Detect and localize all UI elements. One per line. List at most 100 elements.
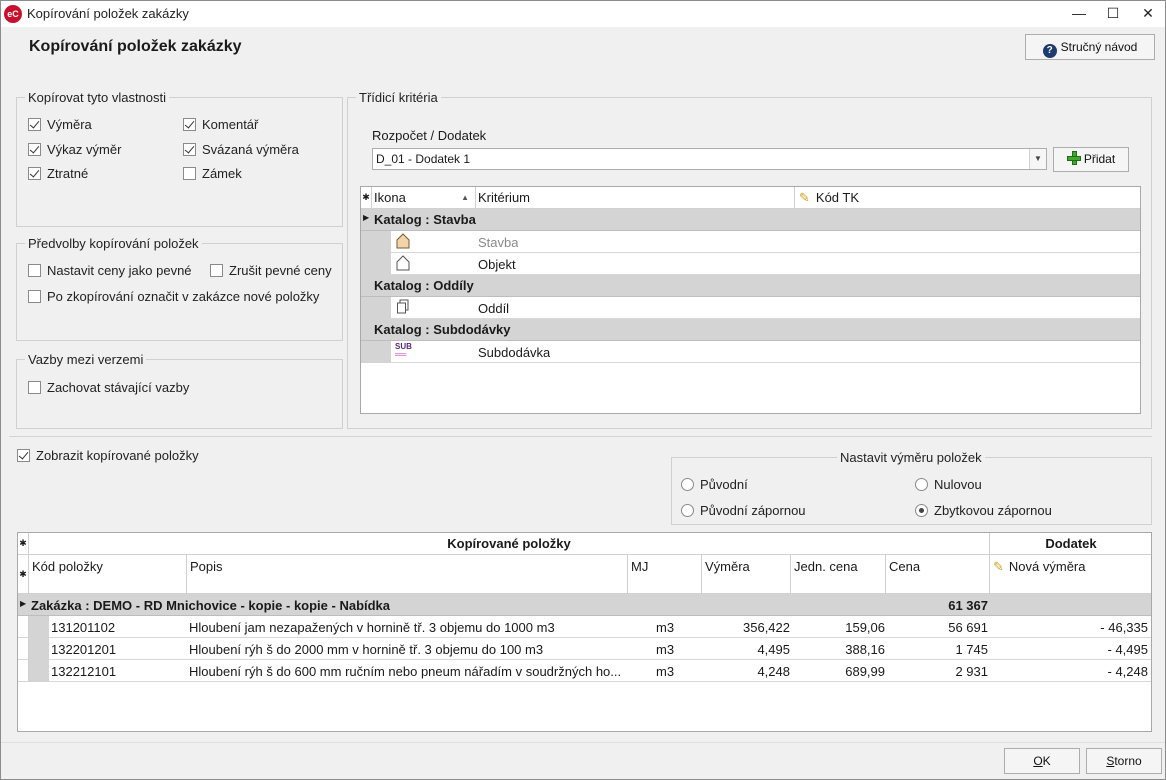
checkbox-box[interactable] [28, 381, 41, 394]
section-divider [9, 436, 1152, 437]
group-indent [361, 341, 391, 363]
radio-zero[interactable]: Nulovou [915, 477, 982, 492]
minimize-icon[interactable]: — [1061, 1, 1097, 27]
checkbox-box[interactable] [28, 290, 41, 303]
list-item[interactable]: Objekt [391, 253, 1140, 275]
table-row[interactable]: 131201102 Hloubení jam nezapažených v ho… [49, 616, 1151, 638]
help-icon: ? [1042, 44, 1057, 58]
checkbox-vymera[interactable]: Výměra [28, 117, 92, 132]
checkbox-cancel-fixed-prices[interactable]: Zrušit pevné ceny [210, 263, 332, 278]
checkbox-box[interactable] [183, 167, 196, 180]
radio-residual-negative[interactable]: Zbytkovou zápornou [915, 503, 1052, 518]
radio-dot[interactable] [915, 504, 928, 517]
column-header-icon[interactable]: Ikona ▲ [372, 187, 476, 209]
set-quantity-legend: Nastavit výměru položek [837, 450, 985, 465]
checkbox-box[interactable] [183, 118, 196, 131]
band-header-copied-items: Kopírované položky [29, 533, 990, 555]
checkbox-box[interactable] [28, 264, 41, 277]
row-indicator[interactable] [18, 660, 29, 682]
chevron-down-icon[interactable]: ▼ [1029, 149, 1046, 169]
radio-original-negative[interactable]: Původní zápornou [681, 503, 806, 518]
close-icon[interactable]: ✕ [1130, 1, 1166, 27]
group-indent [361, 231, 391, 275]
pages-icon [396, 299, 410, 318]
group-row[interactable]: Katalog : Oddíly [361, 275, 1140, 297]
group-row[interactable]: ▶ Katalog : Stavba [361, 209, 1140, 231]
column-header-unit-price[interactable]: Jedn. cena [791, 555, 886, 594]
sort-ascending-icon: ▲ [461, 193, 469, 202]
checkbox-mark-new-items[interactable]: Po zkopírování označit v zakázce nové po… [28, 289, 319, 304]
window-title: Kopírování položek zakázky [27, 6, 189, 21]
group-indent [29, 616, 49, 682]
column-header-price[interactable]: Cena [886, 555, 990, 594]
checkbox-komentar[interactable]: Komentář [183, 117, 258, 132]
cancel-button[interactable]: Storno [1086, 748, 1162, 774]
list-item[interactable]: Oddíl [391, 297, 1140, 319]
column-header-unit[interactable]: MJ [628, 555, 702, 594]
checkbox-show-copied[interactable]: Zobrazit kopírované položky [17, 448, 199, 463]
checkbox-box[interactable] [28, 143, 41, 156]
help-button[interactable]: ? Stručný návod [1025, 34, 1155, 60]
row-indicator[interactable] [18, 616, 29, 638]
group-indent [361, 297, 391, 319]
pencil-icon: ✎ [799, 190, 810, 205]
column-header-code[interactable]: Kód položky [29, 555, 187, 594]
row-indicator-header: ✱ [18, 533, 29, 555]
sub-icon: SUB ══ [395, 343, 412, 359]
checkbox-zamek[interactable]: Zámek [183, 166, 242, 181]
group-title: Katalog : Subdodávky [374, 322, 511, 337]
radio-dot[interactable] [681, 478, 694, 491]
page-title: Kopírování položek zakázky [29, 38, 242, 55]
table-row[interactable]: 132212101 Hloubení rýh š do 600 mm ruční… [49, 660, 1151, 682]
column-header-new-quantity[interactable]: ✎ Nová výměra [990, 555, 1151, 594]
checkbox-box[interactable] [28, 118, 41, 131]
list-item[interactable]: SUB ══ Subdodávka [391, 341, 1140, 363]
group-title: Katalog : Oddíly [374, 278, 474, 293]
checkbox-svazana-vymera[interactable]: Svázaná výměra [183, 142, 299, 157]
checkbox-fixed-prices[interactable]: Nastavit ceny jako pevné [28, 263, 192, 278]
house-filled-icon [396, 233, 410, 252]
radio-dot[interactable] [915, 478, 928, 491]
budget-select-value: D_01 - Dodatek 1 [376, 152, 471, 166]
help-button-label: Stručný návod [1060, 40, 1138, 54]
list-item[interactable]: Stavba [391, 231, 1140, 253]
checkbox-keep-links[interactable]: Zachovat stávající vazby [28, 380, 189, 395]
copy-properties-legend: Kopírovat tyto vlastnosti [25, 90, 170, 105]
group-title: Katalog : Stavba [374, 212, 476, 227]
plus-icon [1066, 151, 1081, 165]
column-header-code[interactable]: ✎ Kód TK [795, 187, 1140, 209]
column-header-criterion[interactable]: Kritérium [476, 187, 795, 209]
expand-arrow-icon[interactable]: ▶ [363, 213, 369, 222]
group-row[interactable]: Katalog : Subdodávky [361, 319, 1140, 341]
app-logo-icon: eC [4, 5, 22, 23]
table-row[interactable]: 132201201 Hloubení rýh š do 2000 mm v ho… [49, 638, 1151, 660]
checkbox-box[interactable] [28, 167, 41, 180]
column-header-description[interactable]: Popis [187, 555, 628, 594]
checkbox-box[interactable] [183, 143, 196, 156]
band-header-addendum: Dodatek [990, 533, 1151, 555]
radio-original[interactable]: Původní [681, 477, 748, 492]
ok-button[interactable]: OK [1004, 748, 1080, 774]
sort-criteria-legend: Třídicí kritéria [356, 90, 441, 105]
row-indicator[interactable] [18, 638, 29, 660]
radio-dot[interactable] [681, 504, 694, 517]
expand-arrow-icon[interactable]: ▶ [20, 599, 26, 608]
copy-properties-group: Kopírovat tyto vlastnosti Výměra Komentá… [16, 90, 343, 227]
row-indicator-header: ✱ [361, 187, 372, 209]
column-header-quantity[interactable]: Výměra [702, 555, 791, 594]
maximize-icon[interactable]: ☐ [1095, 1, 1131, 27]
group-row[interactable]: ▶ Zakázka : DEMO - RD Mnichovice - kopie… [18, 594, 1151, 616]
version-links-group: Vazby mezi verzemi Zachovat stávající va… [16, 352, 343, 429]
group-title: Zakázka : DEMO - RD Mnichovice - kopie -… [31, 598, 391, 613]
copy-presets-group: Předvolby kopírování položek Nastavit ce… [16, 236, 343, 341]
house-outline-icon [396, 255, 410, 274]
budget-select[interactable]: D_01 - Dodatek 1 ▼ [372, 148, 1047, 170]
budget-select-label: Rozpočet / Dodatek [372, 128, 487, 143]
checkbox-box[interactable] [210, 264, 223, 277]
footer-divider [1, 742, 1165, 743]
add-criterion-button[interactable]: Přidat [1053, 147, 1129, 172]
checkbox-box[interactable] [17, 449, 30, 462]
title-bar: eC Kopírování položek zakázky — ☐ ✕ [1, 1, 1165, 27]
checkbox-ztratne[interactable]: Ztratné [28, 166, 88, 181]
checkbox-vykaz-vymer[interactable]: Výkaz výměr [28, 142, 121, 157]
